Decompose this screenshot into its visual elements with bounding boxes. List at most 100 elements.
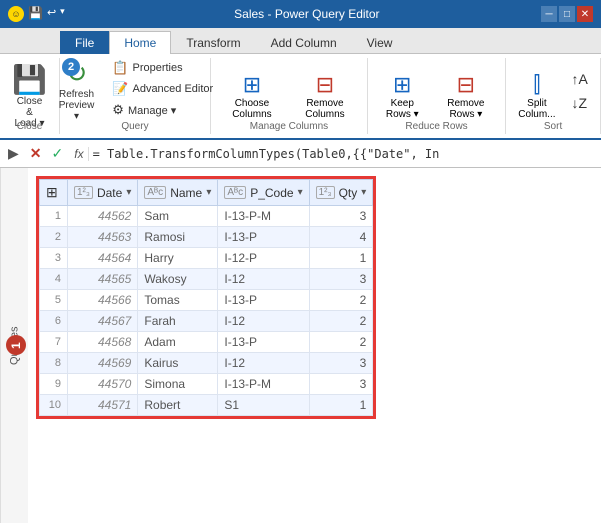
pcode-dropdown-icon[interactable]: ▾ [298,187,303,198]
remove-rows-icon: ⊟ [457,72,475,98]
close-load-icon: 💾 [12,63,47,96]
sort-asc-button[interactable]: ↑A [565,69,595,89]
row-num-cell: 8 [40,353,68,374]
properties-icon: 📋 [112,60,128,76]
name-cell: Sam [138,206,218,227]
date-cell: 44571 [68,395,138,416]
advanced-editor-label: Advanced Editor [132,83,213,95]
pcode-cell: I-13-P [218,332,309,353]
quick-access-undo[interactable]: ↩ [47,6,56,22]
data-table: ⊞ 1²₃ Date ▾ Aᴮc Name [39,179,373,416]
title-bar: ☺ 💾 ↩ ▾ Sales - Power Query Editor ─ □ ✕ [0,0,601,28]
qty-cell: 3 [309,269,373,290]
split-column-button[interactable]: ⫿ Split Colum... [511,64,562,128]
sort-desc-button[interactable]: ↓Z [565,93,595,113]
name-type-icon: Aᴮc [144,186,166,199]
row-num-cell: 5 [40,290,68,311]
name-dropdown-icon[interactable]: ▾ [206,187,211,198]
qty-dropdown-icon[interactable]: ▾ [361,187,366,198]
queries-panel[interactable]: Queries 1 [0,168,28,523]
badge-2: 2 [62,58,80,76]
app-icon: ☺ [8,6,24,22]
pcode-cell: I-12 [218,353,309,374]
manage-icon: ⚙ [112,102,124,118]
qty-cell: 3 [309,374,373,395]
tab-add-column[interactable]: Add Column [256,31,352,54]
table-row: 3 44564 Harry I-12-P 1 [40,248,373,269]
date-dropdown-icon[interactable]: ▾ [126,187,131,198]
remove-rows-button[interactable]: ⊟ Remove Rows ▾ [433,64,500,128]
pcode-cell: I-13-P-M [218,374,309,395]
qty-cell: 2 [309,332,373,353]
table-icon[interactable]: ⊞ [46,184,58,200]
keep-rows-button[interactable]: ⊞ Keep Rows ▾ [374,64,431,128]
manage-button[interactable]: ⚙ Manage ▾ [105,100,220,120]
col-header-rownum: ⊞ [40,180,68,206]
keep-rows-icon: ⊞ [393,72,411,98]
date-col-label: Date [97,186,122,200]
remove-columns-label: Remove Columns [296,98,354,120]
formula-cancel-icon[interactable]: ✕ [27,145,45,162]
name-cell: Ramosi [138,227,218,248]
table-header-row: ⊞ 1²₃ Date ▾ Aᴮc Name [40,180,373,206]
col-header-qty: 1²₃ Qty ▾ [309,180,373,206]
reduce-rows-group: ⊞ Keep Rows ▾ ⊟ Remove Rows ▾ Reduce Row… [368,58,506,134]
tab-home[interactable]: Home [109,31,171,54]
close-load-button[interactable]: 💾 Close &Load ▾ [5,64,54,128]
tab-view[interactable]: View [352,31,408,54]
restore-button[interactable]: □ [559,6,575,22]
col-header-date: 1²₃ Date ▾ [68,180,138,206]
main-area: Queries 1 ⊞ 1²₃ Date ▾ [0,168,601,523]
qty-cell: 4 [309,227,373,248]
manage-label: Manage ▾ [128,104,176,117]
minimize-button[interactable]: ─ [541,6,557,22]
date-cell: 44565 [68,269,138,290]
table-row: 1 44562 Sam I-13-P-M 3 [40,206,373,227]
table-red-border: ⊞ 1²₃ Date ▾ Aᴮc Name [36,176,376,419]
date-cell: 44566 [68,290,138,311]
properties-button[interactable]: 📋 Properties [105,58,220,78]
pcode-cell: I-13-P [218,227,309,248]
remove-columns-icon: ⊟ [316,72,334,98]
name-col-label: Name [170,186,202,200]
advanced-editor-button[interactable]: 📝 Advanced Editor [105,79,220,99]
date-cell: 44567 [68,311,138,332]
quick-access-dropdown[interactable]: ▾ [60,6,65,22]
title-bar-icons: ☺ 💾 ↩ ▾ [8,6,65,22]
choose-columns-button[interactable]: ⊞ Choose Columns [217,64,287,128]
pcode-cell: I-12-P [218,248,309,269]
pcode-col-label: P_Code [250,186,293,200]
formula-input[interactable] [93,147,597,161]
refresh-label: RefreshPreview ▾ [59,89,95,122]
name-cell: Harry [138,248,218,269]
reduce-rows-label: Reduce Rows [368,121,505,132]
tab-transform[interactable]: Transform [171,31,255,54]
name-cell: Kairus [138,353,218,374]
row-num-cell: 9 [40,374,68,395]
table-row: 9 44570 Simona I-13-P-M 3 [40,374,373,395]
quick-access-save[interactable]: 💾 [28,6,43,22]
tab-file[interactable]: File [60,31,109,54]
data-table-container: ⊞ 1²₃ Date ▾ Aᴮc Name [28,168,601,523]
row-num-cell: 1 [40,206,68,227]
sort-group-label: Sort [506,121,600,132]
sort-group: ⫿ Split Colum... ↑A ↓Z Sort [506,58,601,134]
remove-columns-button[interactable]: ⊟ Remove Columns [289,64,361,128]
advanced-editor-icon: 📝 [112,81,128,97]
pcode-cell: I-13-P [218,290,309,311]
name-cell: Robert [138,395,218,416]
split-column-label: Split Colum... [518,98,555,120]
badge-1: 1 [6,336,26,356]
table-row: 10 44571 Robert S1 1 [40,395,373,416]
date-cell: 44562 [68,206,138,227]
close-button[interactable]: ✕ [577,6,593,22]
choose-columns-icon: ⊞ [243,72,261,98]
name-cell: Farah [138,311,218,332]
table-row: 8 44569 Kairus I-12 3 [40,353,373,374]
table-row: 5 44566 Tomas I-13-P 2 [40,290,373,311]
formula-expand-icon[interactable]: ▶ [4,145,23,162]
col-header-name: Aᴮc Name ▾ [138,180,218,206]
query-group: ↻ RefreshPreview ▾ 📋 Properties 📝 Advanc… [60,58,211,134]
col-header-pcode: Aᴮc P_Code ▾ [218,180,309,206]
row-num-cell: 2 [40,227,68,248]
